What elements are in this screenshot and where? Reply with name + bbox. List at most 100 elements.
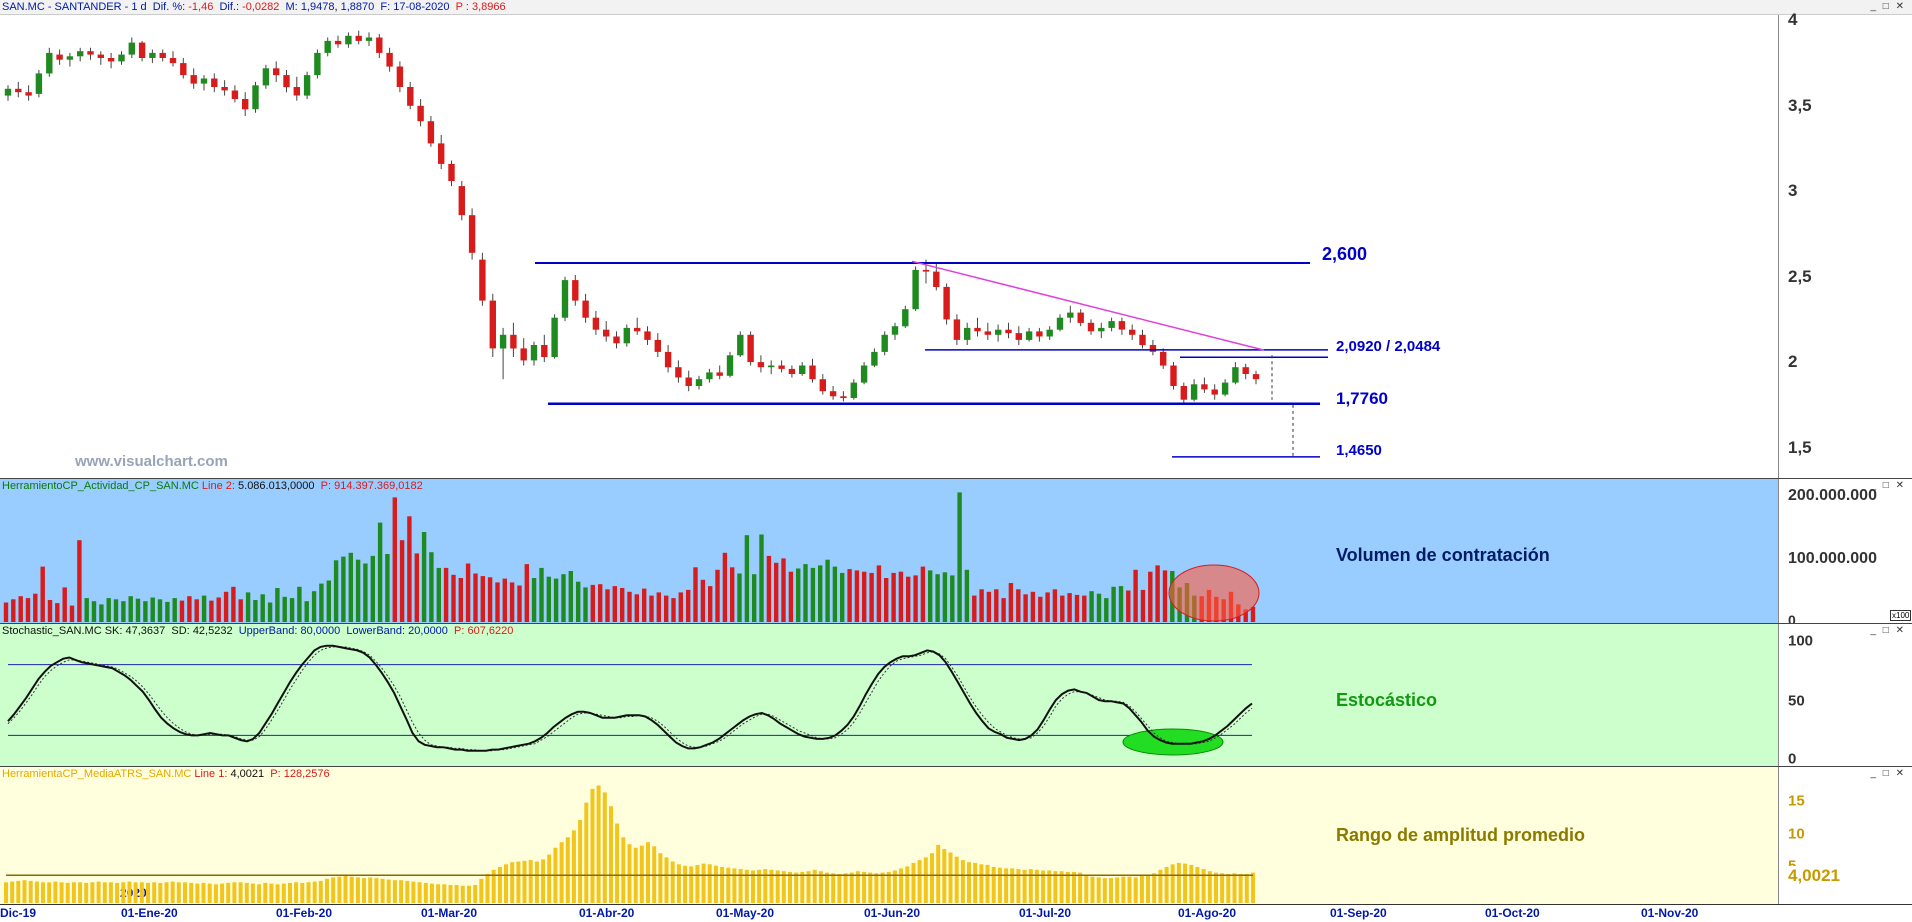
candle-body — [1242, 367, 1249, 374]
candle-body — [489, 300, 496, 349]
atr-bar — [448, 885, 453, 903]
volume-bar — [803, 564, 808, 622]
atr-bar — [78, 882, 83, 903]
atr-bar — [948, 852, 953, 903]
volume-bar — [1030, 591, 1036, 622]
volume-bar — [876, 565, 882, 622]
atr-bar — [534, 861, 539, 903]
volume-bar — [157, 599, 163, 622]
atr-bar — [911, 862, 916, 903]
volume-bar — [1038, 596, 1043, 622]
atr-bar — [874, 873, 879, 903]
atr-bar — [707, 864, 712, 903]
candle-body — [747, 334, 754, 363]
atr-bar — [991, 867, 996, 903]
candle-body — [819, 379, 826, 392]
volume-bar — [964, 569, 970, 622]
atr-bar — [139, 882, 144, 903]
candle-body — [695, 379, 703, 386]
atr-bar — [28, 880, 33, 903]
volume-bar — [443, 567, 449, 622]
candle-body — [613, 336, 620, 344]
candle-body — [273, 68, 280, 76]
volume-bar — [928, 570, 933, 622]
atr-bar — [337, 876, 342, 903]
candle-body — [933, 271, 940, 287]
candle-body — [881, 334, 888, 352]
volume-bar — [950, 575, 955, 622]
atr-bar — [473, 885, 478, 903]
volume-bar — [223, 591, 229, 622]
volume-bar — [33, 593, 38, 622]
candle-body — [1170, 365, 1177, 386]
candle-body — [1015, 333, 1022, 340]
volume-bar — [421, 532, 427, 622]
atr-bar — [880, 872, 885, 903]
volume-bar — [759, 534, 764, 622]
volume-bar — [869, 572, 874, 622]
atr-bar — [306, 882, 311, 903]
atr-bar — [436, 884, 441, 903]
candle-body — [479, 259, 486, 301]
atr-bar — [763, 869, 768, 903]
atr-bar — [300, 882, 305, 903]
candle-body — [180, 63, 187, 76]
volume-bar — [678, 592, 683, 622]
atr-bar — [504, 864, 508, 903]
atr-bar — [541, 859, 546, 903]
atr-bar — [115, 882, 120, 903]
atr-bar — [1152, 873, 1157, 903]
candle-body — [438, 143, 445, 164]
atr-bar — [862, 871, 867, 903]
candle-body — [592, 317, 600, 330]
atr-bar — [689, 866, 694, 903]
volume-bar — [55, 603, 60, 622]
atr-bar — [1189, 865, 1194, 903]
candle-body — [902, 309, 909, 327]
volume-bar — [935, 574, 940, 622]
volume-bar — [1016, 589, 1021, 622]
atr-bar — [331, 877, 336, 903]
volume-bar — [810, 567, 816, 622]
volume-bar — [634, 594, 639, 622]
volume-bar — [788, 571, 794, 622]
atr-bar — [442, 884, 447, 903]
atr-bar — [96, 881, 101, 903]
atr-bar — [627, 844, 632, 903]
volume-bar — [414, 553, 419, 622]
candle-body — [25, 92, 32, 96]
volume-bar — [18, 596, 23, 622]
volume-bar — [480, 576, 485, 622]
volume-bar — [451, 574, 456, 622]
atr-bar — [16, 880, 21, 903]
volume-bar — [194, 599, 199, 622]
volume-bar — [642, 588, 647, 622]
atr-bar — [979, 864, 984, 903]
atr-bar — [84, 882, 89, 903]
atr-bar — [22, 880, 27, 903]
volume-bar — [994, 589, 999, 622]
atr-bar — [164, 882, 169, 903]
volume-bar — [509, 582, 515, 622]
atr-bar — [275, 884, 280, 903]
volume-bar — [377, 522, 383, 622]
volume-bar — [238, 599, 243, 622]
atr-bar — [1139, 876, 1144, 903]
volume-bar — [458, 578, 463, 622]
candle-body — [324, 40, 331, 53]
atr-bar — [936, 844, 941, 903]
volume-bar — [752, 574, 757, 622]
atr-bar — [670, 861, 675, 903]
volume-bar — [649, 595, 654, 622]
candle-body — [1211, 389, 1218, 395]
candle-body — [159, 52, 166, 58]
candle-body — [1067, 312, 1074, 318]
candle-body — [4, 88, 12, 96]
candle-body — [1046, 329, 1053, 337]
atr-bar — [1065, 871, 1070, 903]
atr-bar — [639, 845, 644, 903]
candle-body — [995, 329, 1002, 335]
candle-body — [293, 87, 300, 96]
candle-body — [1036, 331, 1043, 337]
atr-bar — [1016, 869, 1021, 903]
